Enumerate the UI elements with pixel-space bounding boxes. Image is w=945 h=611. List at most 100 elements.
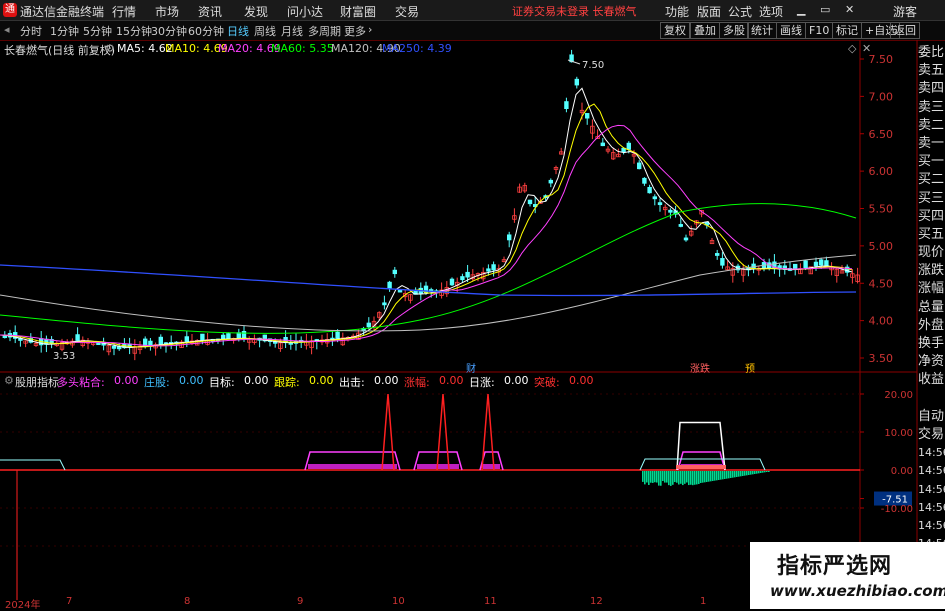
candle-body	[637, 162, 642, 170]
green-bar	[686, 471, 688, 483]
candle-body	[387, 281, 392, 289]
green-bar	[756, 471, 758, 474]
candle-body	[117, 346, 122, 350]
indicator-value-5: 0.00	[439, 374, 464, 387]
green-bar	[696, 471, 698, 485]
green-bar	[716, 471, 718, 481]
side-item-26[interactable]: 14:56	[918, 517, 945, 535]
candle-body	[574, 78, 579, 86]
green-bar	[724, 471, 726, 479]
indicator-item-4: 出击:	[339, 376, 365, 389]
candle-body	[335, 331, 340, 339]
event-limit[interactable]: 涨跌	[690, 360, 710, 375]
side-item-25[interactable]: 14:56	[918, 499, 945, 517]
side-item-8[interactable]: 买三	[918, 190, 945, 208]
green-bar	[746, 471, 748, 476]
candle-body	[652, 196, 657, 200]
green-bar	[762, 471, 764, 473]
side-item-22[interactable]: 14:56	[918, 444, 945, 462]
side-item-13[interactable]: 涨幅	[918, 280, 945, 298]
price-tick-label: 3.50	[869, 352, 894, 365]
side-item-10[interactable]: 买五	[918, 226, 945, 244]
green-bar	[692, 471, 694, 486]
green-bar	[678, 471, 680, 485]
side-item-14[interactable]: 总量	[918, 299, 945, 317]
ind-tick-label: 0.00	[891, 466, 913, 477]
green-bar	[702, 471, 704, 483]
indicator-name: 股朋指标	[15, 376, 59, 389]
side-item-21[interactable]: 交易	[918, 426, 945, 444]
red-spike	[381, 393, 395, 471]
side-item-17[interactable]: 净资	[918, 353, 945, 371]
date-oct: 10	[392, 596, 405, 607]
side-item-7[interactable]: 买二	[918, 171, 945, 189]
green-bar	[670, 471, 672, 486]
indicator-item-7: 突破:	[534, 376, 560, 389]
date-jan: 1	[700, 596, 707, 607]
ind-tick-label: 10.00	[884, 428, 913, 439]
event-finance[interactable]: 财	[466, 360, 476, 375]
candle-body	[449, 278, 455, 286]
side-item-6[interactable]: 买一	[918, 153, 945, 171]
candle-body	[491, 264, 496, 271]
diamond-icon[interactable]: ◇	[848, 42, 856, 55]
green-bar	[754, 471, 756, 474]
close-panel-icon[interactable]: ✕	[862, 42, 871, 55]
side-item-20[interactable]: 自动	[918, 408, 945, 426]
green-bar	[758, 471, 760, 474]
indicator-settings-icon[interactable]: ⚙	[4, 374, 14, 387]
side-item-11[interactable]: 现价	[918, 244, 945, 262]
green-bar	[704, 471, 706, 483]
side-item-9[interactable]: 买四	[918, 208, 945, 226]
candle-body	[585, 113, 590, 119]
settings-icon[interactable]: ⚙	[105, 42, 115, 55]
side-item-15[interactable]: 外盘	[918, 317, 945, 335]
green-bar	[658, 471, 660, 486]
side-item-3[interactable]: 卖三	[918, 99, 945, 117]
green-bar	[674, 471, 676, 483]
indicator-item-1: 庄股:	[144, 376, 170, 389]
low-price-label: 3.53	[53, 351, 75, 362]
high-price-label: 7.50	[582, 60, 604, 71]
side-item-2[interactable]: 卖四	[918, 80, 945, 98]
candle-body	[683, 237, 689, 241]
side-item-1[interactable]: 卖五	[918, 62, 945, 80]
price-tick-label: 6.00	[869, 165, 894, 178]
candle-body	[366, 322, 371, 328]
side-item-0[interactable]: 委比	[918, 44, 945, 62]
candle-body	[220, 334, 226, 340]
green-bar	[672, 471, 674, 485]
side-item-4[interactable]: 卖二	[918, 117, 945, 135]
price-tick-label: 4.50	[869, 277, 894, 290]
side-item-18[interactable]: 收益	[918, 371, 945, 389]
candle-body	[720, 258, 725, 266]
ma5-line	[0, 87, 853, 348]
candle-body	[715, 253, 720, 256]
candle-body	[111, 345, 117, 349]
ma10-line	[0, 103, 853, 348]
event-forecast[interactable]: 预	[745, 360, 755, 375]
green-bar	[706, 471, 708, 482]
chart-title: 长春燃气(日线 前复权)	[4, 44, 116, 57]
side-item-12[interactable]: 涨跌	[918, 262, 945, 280]
green-bar	[666, 471, 668, 483]
green-bar	[736, 471, 738, 477]
indicator-value-3: 0.00	[309, 374, 334, 387]
candle-body	[460, 276, 465, 281]
candle-body	[813, 261, 819, 267]
candle-body	[465, 271, 470, 278]
green-bar	[764, 471, 766, 473]
side-item-5[interactable]: 卖一	[918, 135, 945, 153]
green-bar	[676, 471, 678, 483]
stock-chart[interactable]: 7.50 7.00 6.50 6.00 5.50 5.00 4.50 4.00 3.50 20.0…	[0, 0, 945, 609]
green-bar	[752, 471, 754, 475]
watermark-url: www.xuezhibiao.com	[770, 582, 945, 600]
side-item-23[interactable]: 14:56	[918, 462, 945, 480]
side-item-24[interactable]: 14:56	[918, 481, 945, 499]
side-item-16[interactable]: 换手	[918, 335, 945, 353]
green-bar	[722, 471, 724, 480]
green-bar	[718, 471, 720, 480]
green-bar	[668, 471, 670, 486]
side-item-19[interactable]	[918, 390, 945, 408]
green-bar	[748, 471, 750, 475]
